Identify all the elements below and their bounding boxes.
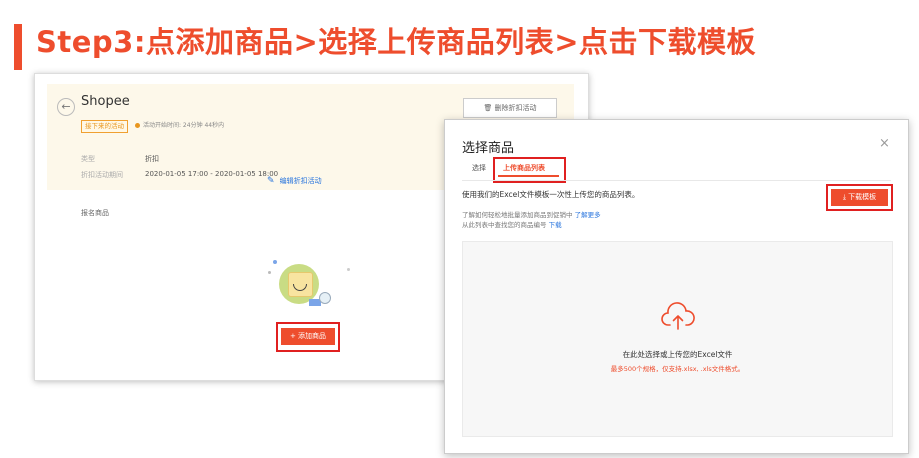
upload-description: 使用我们的Excel文件模板一次性上传您的商品列表。 [462,190,640,199]
download-list-link[interactable]: 下载 [549,221,562,229]
download-template-button[interactable]: ⤓ 下载模板 [831,189,888,206]
back-arrow-icon[interactable]: ← [57,98,75,116]
shop-name: Shopee [81,94,130,109]
type-value: 折扣 [145,155,159,163]
dropzone-hint: 最多500个规格，仅支持.xlsx, .xls文件格式。 [610,365,745,373]
dropzone-text: 在此处选择或上传您的Excel文件 [622,350,733,359]
heading-accent-bar [14,24,22,70]
help-line-learn-more: 了解如何轻松地批量添加商品到促销中 了解更多 [462,209,601,219]
help-line-download: 从此列表中查找您的商品编号 下载 [462,219,562,229]
registered-products-label: 报名商品 [81,209,109,217]
cloud-upload-icon [661,302,695,330]
delete-discount-button[interactable]: 🗑 删除折扣活动 [463,98,557,118]
decor-dot [347,268,350,271]
edit-discount-link[interactable]: ✎ 编辑折扣活动 [267,168,322,187]
magnifier-icon [319,292,331,304]
edit-discount-label: 编辑折扣活动 [279,177,322,185]
download-icon: ⤓ [842,193,846,201]
dialog-title: 选择商品 [462,141,515,156]
learn-more-link[interactable]: 了解更多 [575,211,601,219]
status-badge: 接下来的活动 [81,120,128,133]
tabs-divider [462,180,891,181]
pencil-icon: ✎ [267,176,275,186]
help-text: 从此列表中查找您的商品编号 [462,221,547,229]
page-title: Step3:点添加商品>选择上传商品列表>点击下载模板 [36,25,757,59]
tab-select[interactable]: 选择 [472,163,486,173]
period-label: 折扣活动期间 [81,171,123,179]
help-text: 了解如何轻松地批量添加商品到促销中 [462,211,573,219]
status-dot-icon [135,123,140,128]
file-dropzone[interactable]: 在此处选择或上传您的Excel文件 最多500个规格，仅支持.xlsx, .xl… [462,241,893,437]
status-note: 活动开始时间: 24分钟 44秒内 [143,122,225,129]
delete-discount-label: 删除折扣活动 [494,104,537,112]
decor-dot [268,271,271,274]
trash-icon: 🗑 [483,104,493,112]
type-label: 类型 [81,155,95,163]
close-icon[interactable]: × [879,136,890,151]
decor-dot [273,260,277,264]
add-product-button[interactable]: + 添加商品 [281,328,335,345]
download-template-label: 下载模板 [848,193,877,201]
select-products-dialog: 选择商品 × 选择 上传商品列表 使用我们的Excel文件模板一次性上传您的商品… [444,119,909,454]
period-value: 2020-01-05 17:00 - 2020-01-05 18:00 [145,170,279,178]
